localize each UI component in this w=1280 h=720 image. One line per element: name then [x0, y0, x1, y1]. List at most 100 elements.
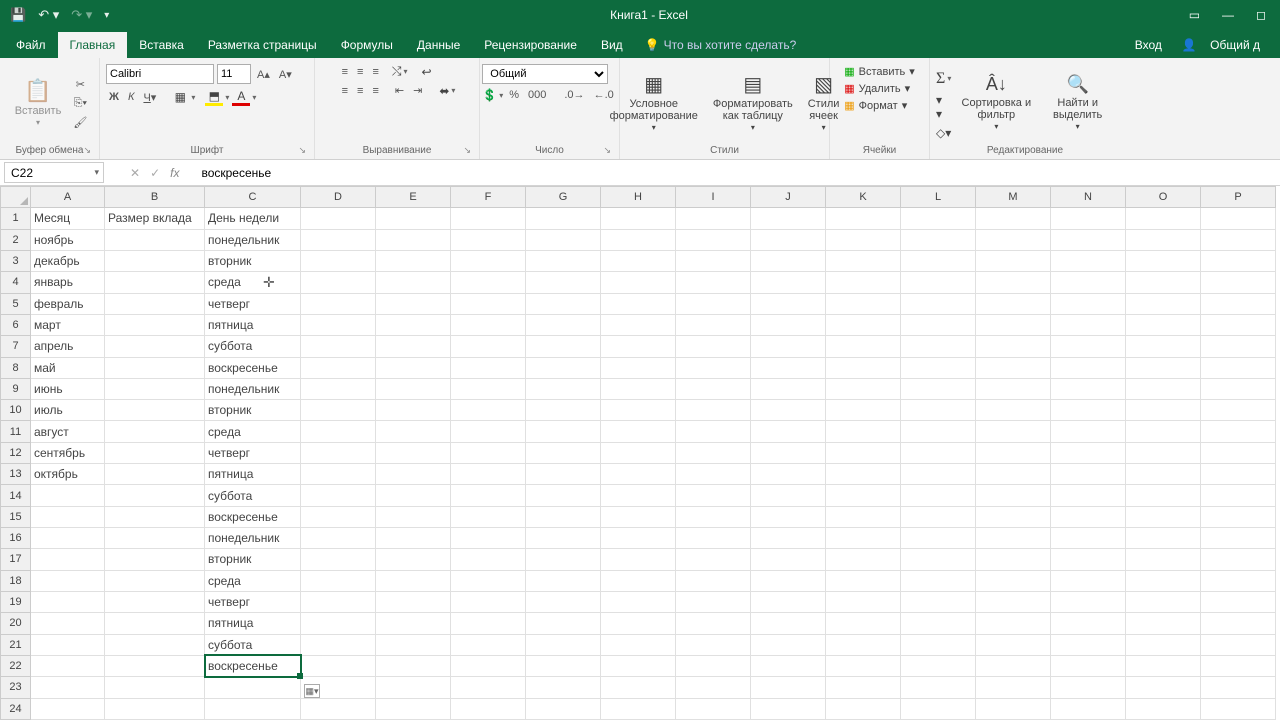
- cell-O9[interactable]: [1126, 378, 1201, 399]
- cell-H2[interactable]: [601, 229, 676, 250]
- cell-F19[interactable]: [451, 591, 526, 612]
- currency-icon[interactable]: 💲▾: [482, 88, 503, 102]
- cell-M12[interactable]: [976, 442, 1051, 463]
- cell-E2[interactable]: [376, 229, 451, 250]
- cell-E5[interactable]: [376, 293, 451, 314]
- cell-E15[interactable]: [376, 506, 451, 527]
- col-header-C[interactable]: C: [205, 187, 301, 208]
- align-right-icon[interactable]: ≡: [369, 84, 381, 98]
- insert-cells-button[interactable]: ▦Вставить ▾: [842, 64, 917, 79]
- cell-M8[interactable]: [976, 357, 1051, 378]
- col-header-I[interactable]: I: [676, 187, 751, 208]
- cell-E6[interactable]: [376, 314, 451, 335]
- cell-I9[interactable]: [676, 378, 751, 399]
- row-header-4[interactable]: 4: [1, 272, 31, 293]
- clear-button[interactable]: ◇▾: [936, 126, 951, 140]
- borders-button[interactable]: ▦▾: [171, 88, 195, 106]
- cell-J13[interactable]: [751, 464, 826, 485]
- cell-N10[interactable]: [1051, 400, 1126, 421]
- cell-F2[interactable]: [451, 229, 526, 250]
- cell-G10[interactable]: [526, 400, 601, 421]
- cell-C6[interactable]: пятница: [205, 314, 301, 335]
- cell-N13[interactable]: [1051, 464, 1126, 485]
- cell-K23[interactable]: [826, 677, 901, 698]
- cell-J16[interactable]: [751, 528, 826, 549]
- cell-B20[interactable]: [105, 613, 205, 634]
- cell-M3[interactable]: [976, 250, 1051, 271]
- cell-J5[interactable]: [751, 293, 826, 314]
- cell-N3[interactable]: [1051, 250, 1126, 271]
- decrease-indent-icon[interactable]: ⇤: [392, 83, 407, 98]
- cell-M2[interactable]: [976, 229, 1051, 250]
- cell-C1[interactable]: День недели: [205, 208, 301, 229]
- cell-G2[interactable]: [526, 229, 601, 250]
- row-header-5[interactable]: 5: [1, 293, 31, 314]
- cell-L16[interactable]: [901, 528, 976, 549]
- cell-O16[interactable]: [1126, 528, 1201, 549]
- cell-B15[interactable]: [105, 506, 205, 527]
- cell-F4[interactable]: [451, 272, 526, 293]
- cell-K7[interactable]: [826, 336, 901, 357]
- cell-H14[interactable]: [601, 485, 676, 506]
- cell-P12[interactable]: [1201, 442, 1276, 463]
- cell-G1[interactable]: [526, 208, 601, 229]
- cell-O23[interactable]: [1126, 677, 1201, 698]
- cell-I19[interactable]: [676, 591, 751, 612]
- cell-D3[interactable]: [301, 250, 376, 271]
- cell-I23[interactable]: [676, 677, 751, 698]
- cell-E1[interactable]: [376, 208, 451, 229]
- cell-C19[interactable]: четверг: [205, 591, 301, 612]
- minimize-icon[interactable]: —: [1222, 8, 1234, 22]
- cell-I18[interactable]: [676, 570, 751, 591]
- cell-L18[interactable]: [901, 570, 976, 591]
- cell-L17[interactable]: [901, 549, 976, 570]
- cell-D20[interactable]: [301, 613, 376, 634]
- cell-B21[interactable]: [105, 634, 205, 655]
- cell-P10[interactable]: [1201, 400, 1276, 421]
- cell-A16[interactable]: [31, 528, 105, 549]
- cell-J17[interactable]: [751, 549, 826, 570]
- cell-G9[interactable]: [526, 378, 601, 399]
- cell-N15[interactable]: [1051, 506, 1126, 527]
- cell-I21[interactable]: [676, 634, 751, 655]
- cell-D15[interactable]: [301, 506, 376, 527]
- number-format-combo[interactable]: Общий: [482, 64, 608, 84]
- cell-A11[interactable]: август: [31, 421, 105, 442]
- cell-B16[interactable]: [105, 528, 205, 549]
- cell-P17[interactable]: [1201, 549, 1276, 570]
- cell-A3[interactable]: декабрь: [31, 250, 105, 271]
- cell-D22[interactable]: [301, 655, 376, 676]
- cell-P11[interactable]: [1201, 421, 1276, 442]
- cell-K14[interactable]: [826, 485, 901, 506]
- cell-P4[interactable]: [1201, 272, 1276, 293]
- cell-D4[interactable]: [301, 272, 376, 293]
- row-header-8[interactable]: 8: [1, 357, 31, 378]
- cell-M22[interactable]: [976, 655, 1051, 676]
- cell-P6[interactable]: [1201, 314, 1276, 335]
- cell-L13[interactable]: [901, 464, 976, 485]
- cell-O18[interactable]: [1126, 570, 1201, 591]
- cell-D12[interactable]: [301, 442, 376, 463]
- undo-icon[interactable]: ↶ ▾: [38, 7, 59, 23]
- cell-B9[interactable]: [105, 378, 205, 399]
- col-header-A[interactable]: A: [31, 187, 105, 208]
- qat-customize-icon[interactable]: ▾: [104, 10, 109, 21]
- cell-M18[interactable]: [976, 570, 1051, 591]
- cell-J23[interactable]: [751, 677, 826, 698]
- cell-I15[interactable]: [676, 506, 751, 527]
- cell-A17[interactable]: [31, 549, 105, 570]
- comma-icon[interactable]: 000: [525, 88, 549, 102]
- cell-K19[interactable]: [826, 591, 901, 612]
- cell-I1[interactable]: [676, 208, 751, 229]
- cell-H3[interactable]: [601, 250, 676, 271]
- cell-O12[interactable]: [1126, 442, 1201, 463]
- cell-H24[interactable]: [601, 698, 676, 720]
- cell-P3[interactable]: [1201, 250, 1276, 271]
- cell-C13[interactable]: пятница: [205, 464, 301, 485]
- cell-G4[interactable]: [526, 272, 601, 293]
- cell-L6[interactable]: [901, 314, 976, 335]
- fill-handle[interactable]: [297, 673, 303, 679]
- cell-H5[interactable]: [601, 293, 676, 314]
- cell-F12[interactable]: [451, 442, 526, 463]
- formula-bar[interactable]: [195, 166, 1280, 180]
